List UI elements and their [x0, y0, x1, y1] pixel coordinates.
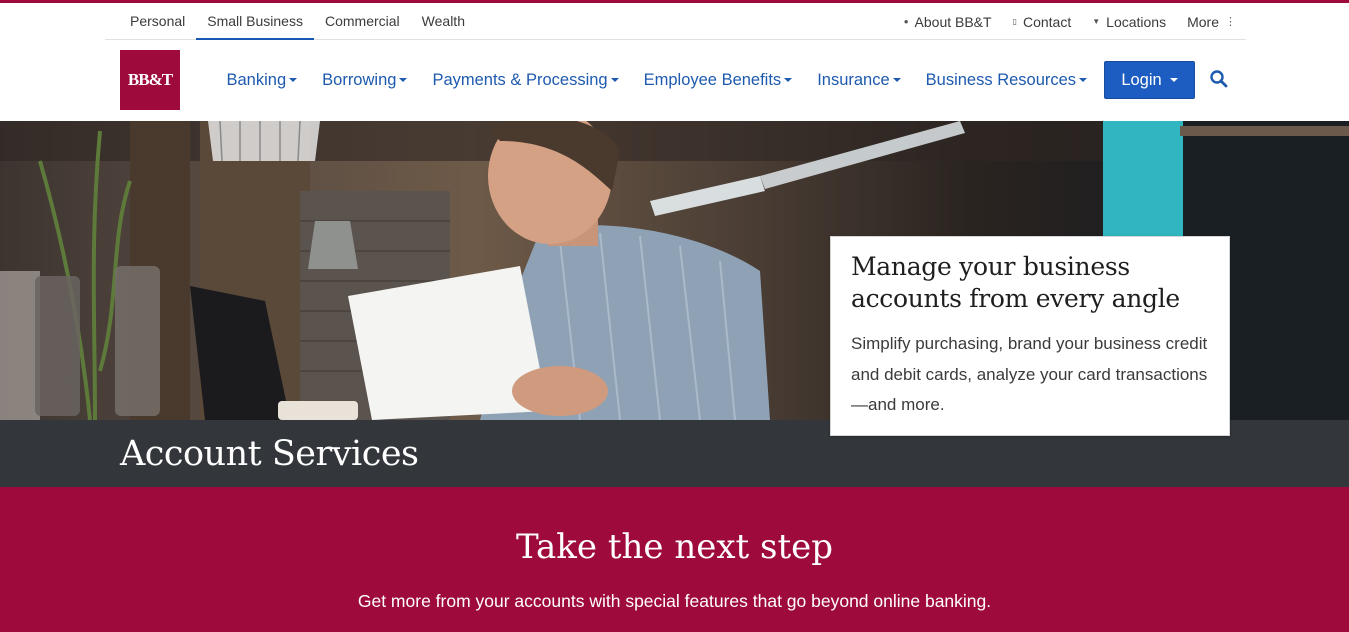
about-link[interactable]: ● About BB&T	[904, 14, 992, 30]
caret-down-icon	[892, 78, 901, 82]
page-title: Account Services	[120, 434, 419, 474]
map-pin-icon: ▼	[1092, 17, 1101, 26]
nav-borrowing[interactable]: Borrowing	[322, 70, 408, 90]
utility-links: ● About BB&T ▯ Contact ▼ Locations More …	[883, 3, 1236, 40]
segment-tabs: Personal Small Business Commercial Wealt…	[119, 3, 476, 40]
vertical-dots-icon: ⋮	[1225, 16, 1236, 28]
promo-card: Manage your business accounts from every…	[830, 236, 1230, 436]
nav-banking-label: Banking	[226, 70, 287, 89]
nav-insurance-label: Insurance	[817, 70, 890, 89]
login-label: Login	[1121, 70, 1162, 89]
caret-down-icon	[1169, 78, 1178, 82]
person-icon: ●	[903, 17, 909, 26]
locations-link[interactable]: ▼ Locations	[1092, 14, 1166, 30]
about-label: About BB&T	[914, 13, 992, 30]
caret-down-icon	[399, 78, 408, 82]
contact-link[interactable]: ▯ Contact	[1013, 14, 1072, 30]
nav-insurance[interactable]: Insurance	[817, 70, 901, 90]
tab-personal[interactable]: Personal	[119, 3, 196, 40]
nav-payments-label: Payments & Processing	[432, 70, 608, 89]
nav-payments-processing[interactable]: Payments & Processing	[432, 70, 619, 90]
login-button[interactable]: Login	[1104, 61, 1195, 99]
cta-title: Take the next step	[516, 527, 833, 567]
more-menu[interactable]: More ⋮	[1187, 14, 1236, 30]
caret-down-icon	[1079, 78, 1088, 82]
nav-business-resources[interactable]: Business Resources	[925, 70, 1088, 90]
search-icon	[1210, 70, 1228, 88]
nav-business-resources-label: Business Resources	[925, 70, 1077, 89]
more-label: More	[1187, 13, 1219, 30]
utility-bar: Personal Small Business Commercial Wealt…	[105, 3, 1246, 40]
promo-body: Simplify purchasing, brand your business…	[851, 334, 1208, 414]
contact-label: Contact	[1022, 13, 1072, 30]
cta-subtitle: Get more from your accounts with special…	[357, 591, 992, 611]
nav-employee-benefits-label: Employee Benefits	[643, 70, 782, 89]
phone-icon: ▯	[1012, 17, 1017, 26]
main-nav: Banking Borrowing Payments & Processing …	[214, 62, 1100, 98]
nav-banking[interactable]: Banking	[227, 71, 298, 90]
nav-borrowing-label: Borrowing	[322, 70, 397, 89]
caret-down-icon	[289, 78, 298, 82]
tab-wealth[interactable]: Wealth	[411, 3, 476, 40]
search-button[interactable]	[1209, 69, 1229, 89]
promo-title: Manage your business accounts from every…	[851, 252, 1180, 313]
nav-employee-benefits[interactable]: Employee Benefits	[644, 71, 793, 90]
locations-label: Locations	[1106, 13, 1167, 30]
tab-small-business[interactable]: Small Business	[196, 3, 314, 40]
caret-down-icon	[784, 78, 793, 82]
bbt-logo[interactable]: BB&T	[120, 50, 180, 110]
tab-commercial[interactable]: Commercial	[314, 3, 411, 40]
caret-down-icon	[610, 78, 619, 82]
